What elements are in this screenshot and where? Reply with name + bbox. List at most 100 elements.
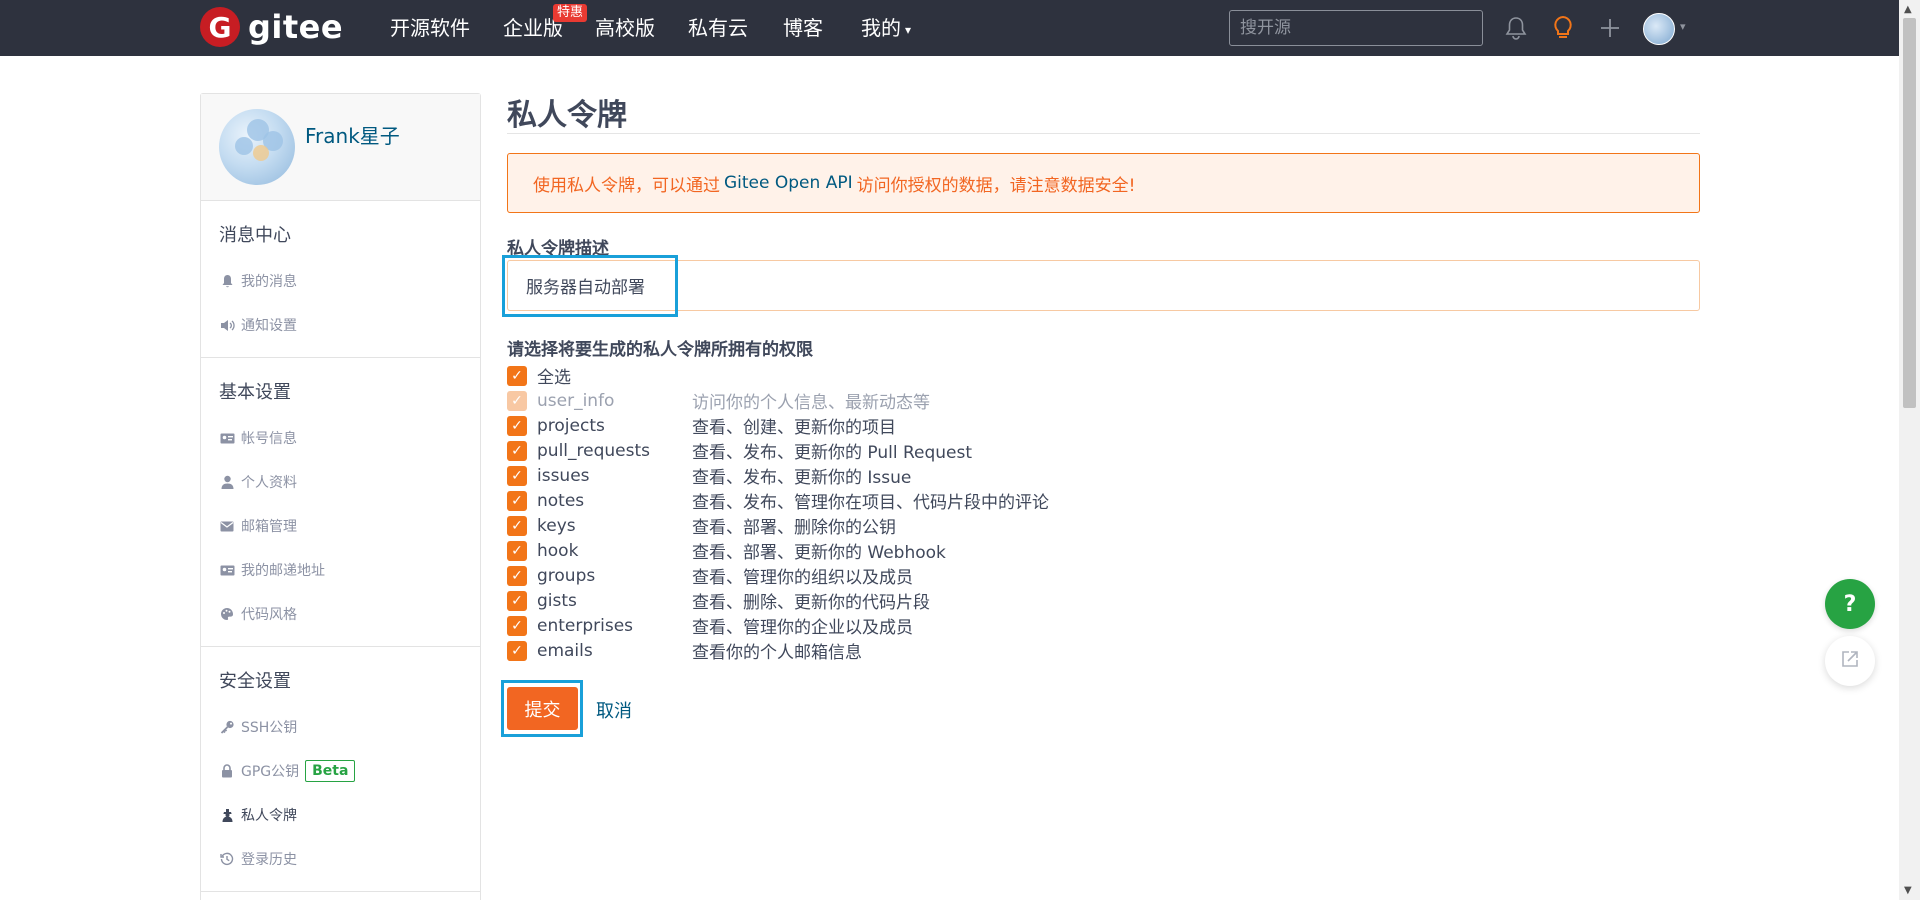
permission-checkbox[interactable]: ✓	[507, 490, 527, 511]
page-scrollbar[interactable]: ▲ ▼	[1899, 0, 1920, 900]
permission-name: keys	[537, 515, 576, 536]
scroll-thumb[interactable]	[1903, 18, 1916, 408]
permission-name: pull_requests	[537, 440, 650, 461]
permission-checkbox: ✓	[507, 390, 527, 411]
permission-row[interactable]: ✓ pull_requests 查看、发布、更新你的 Pull Request	[507, 438, 972, 463]
profile-avatar[interactable]	[219, 109, 295, 185]
notice-api-link[interactable]: Gitee Open API	[724, 173, 853, 193]
permission-name: issues	[537, 465, 590, 486]
profile-name[interactable]: Frank星子	[305, 120, 400, 149]
logo-text: gitee	[248, 8, 344, 46]
permission-desc: 查看、发布、管理你在项目、代码片段中的评论	[692, 493, 1049, 513]
permission-checkbox[interactable]: ✓	[507, 415, 527, 436]
title-divider	[507, 133, 1700, 134]
permission-desc: 查看、管理你的组织以及成员	[692, 568, 913, 588]
sidebar-item-label: 帐号信息	[241, 431, 297, 447]
permission-row[interactable]: ✓ enterprises 查看、管理你的企业以及成员	[507, 613, 913, 638]
permission-row[interactable]: ✓ projects 查看、创建、更新你的项目	[507, 413, 896, 438]
nav-blog[interactable]: 博客	[783, 16, 823, 40]
sidebar-item-account-info[interactable]: 帐号信息	[201, 416, 480, 460]
bell-icon[interactable]	[1502, 14, 1530, 42]
search-input[interactable]	[1229, 10, 1483, 46]
scroll-up-icon[interactable]: ▲	[1904, 4, 1912, 15]
permission-desc: 查看、创建、更新你的项目	[692, 418, 896, 438]
permission-checkbox[interactable]: ✓	[507, 515, 527, 536]
permission-row-select-all[interactable]: ✓ 全选	[507, 363, 571, 388]
permission-checkbox[interactable]: ✓	[507, 540, 527, 561]
nav-mine[interactable]: 我的 ▾	[861, 16, 911, 42]
scroll-down-icon[interactable]: ▼	[1904, 885, 1912, 896]
beta-badge: Beta	[305, 760, 356, 782]
plus-icon[interactable]	[1596, 14, 1624, 42]
lightbulb-icon[interactable]	[1549, 14, 1577, 42]
permission-row[interactable]: ✓ gists 查看、删除、更新你的代码片段	[507, 588, 930, 613]
speaker-icon	[219, 317, 235, 333]
user-icon	[219, 474, 235, 490]
permission-desc: 查看、删除、更新你的代码片段	[692, 593, 930, 613]
section-messages: 消息中心 我的消息 通知设置	[201, 201, 480, 358]
address-card-icon	[219, 562, 235, 578]
permission-desc: 查看、发布、更新你的 Issue	[692, 468, 912, 488]
help-button[interactable]: ?	[1825, 579, 1875, 629]
nav-education[interactable]: 高校版	[595, 16, 655, 40]
permission-checkbox[interactable]: ✓	[507, 640, 527, 661]
top-navbar: G gitee 开源软件 企业版 特惠 高校版 私有云 博客 我的▾ ▾	[0, 0, 1899, 56]
sidebar-item-ssh-keys[interactable]: SSH公钥	[201, 705, 480, 749]
sidebar-item-notification-settings[interactable]: 通知设置	[201, 303, 480, 347]
sidebar-item-label: SSH公钥	[241, 720, 298, 736]
permission-row[interactable]: ✓ hook 查看、部署、更新你的 Webhook	[507, 538, 946, 563]
select-all-checkbox[interactable]: ✓	[507, 365, 527, 386]
permission-checkbox[interactable]: ✓	[507, 590, 527, 611]
sidebar-item-label: GPG公钥	[241, 764, 300, 780]
key-icon	[219, 719, 235, 735]
permission-row[interactable]: ✓ groups 查看、管理你的组织以及成员	[507, 563, 913, 588]
permission-checkbox[interactable]: ✓	[507, 465, 527, 486]
permission-row[interactable]: ✓ notes 查看、发布、管理你在项目、代码片段中的评论	[507, 488, 1049, 513]
permission-desc: 查看你的个人邮箱信息	[692, 643, 862, 663]
permission-name: groups	[537, 565, 596, 586]
profile-card: Frank星子	[201, 94, 480, 201]
permission-row[interactable]: ✓ emails 查看你的个人邮箱信息	[507, 638, 862, 663]
sidebar-item-private-tokens[interactable]: 私人令牌	[201, 793, 480, 837]
sidebar-item-email-management[interactable]: 邮箱管理	[201, 504, 480, 548]
permission-row[interactable]: ✓ issues 查看、发布、更新你的 Issue	[507, 463, 911, 488]
permission-desc: 访问你的个人信息、最新动态等	[692, 393, 930, 413]
external-link-icon	[1840, 649, 1860, 673]
permission-row: ✓ user_info 访问你的个人信息、最新动态等	[507, 388, 930, 413]
submit-button[interactable]: 提交	[507, 687, 578, 730]
id-card-icon	[219, 430, 235, 446]
share-button[interactable]	[1825, 636, 1875, 686]
sidebar-item-mailing-address[interactable]: 我的邮递地址	[201, 548, 480, 592]
permission-desc: 查看、部署、删除你的公钥	[692, 518, 896, 538]
nav-open-source[interactable]: 开源软件	[390, 16, 470, 40]
sidebar-item-label: 通知设置	[241, 318, 297, 334]
sidebar-item-profile[interactable]: 个人资料	[201, 460, 480, 504]
logo-mark: G	[200, 7, 240, 47]
permission-name: notes	[537, 490, 585, 511]
sidebar-item-login-history[interactable]: 登录历史	[201, 837, 480, 881]
permission-checkbox[interactable]: ✓	[507, 615, 527, 636]
select-all-label: 全选	[537, 368, 571, 388]
caret-down-icon[interactable]: ▾	[1680, 20, 1686, 33]
token-description-input[interactable]	[507, 260, 1700, 311]
settings-sidebar: Frank星子 消息中心 我的消息 通知设置 基本设置 帐号信息 个人资料 邮箱…	[200, 93, 481, 900]
permission-row[interactable]: ✓ keys 查看、部署、删除你的公钥	[507, 513, 896, 538]
permission-checkbox[interactable]: ✓	[507, 565, 527, 586]
sidebar-item-label: 我的邮递地址	[241, 563, 325, 579]
permission-name: projects	[537, 415, 605, 436]
sidebar-item-code-style[interactable]: 代码风格	[201, 592, 480, 636]
permission-desc: 查看、部署、更新你的 Webhook	[692, 543, 946, 563]
sidebar-item-gpg-keys[interactable]: GPG公钥 Beta	[201, 749, 480, 793]
gitee-logo[interactable]: G gitee	[200, 7, 343, 47]
user-avatar[interactable]	[1643, 13, 1675, 45]
nav-private-cloud[interactable]: 私有云	[688, 16, 748, 40]
permission-checkbox[interactable]: ✓	[507, 440, 527, 461]
notice-banner: 使用私人令牌，可以通过 Gitee Open API 访问你授权的数据，请注意数…	[507, 153, 1700, 213]
permission-name: user_info	[537, 390, 615, 411]
notice-text-suffix: 访问你授权的数据，请注意数据安全!	[856, 175, 1136, 196]
page-title: 私人令牌	[507, 98, 627, 133]
permission-desc: 查看、发布、更新你的 Pull Request	[692, 443, 973, 463]
sidebar-item-my-messages[interactable]: 我的消息	[201, 259, 480, 303]
cancel-link[interactable]: 取消	[596, 697, 632, 723]
permission-name: enterprises	[537, 615, 634, 636]
